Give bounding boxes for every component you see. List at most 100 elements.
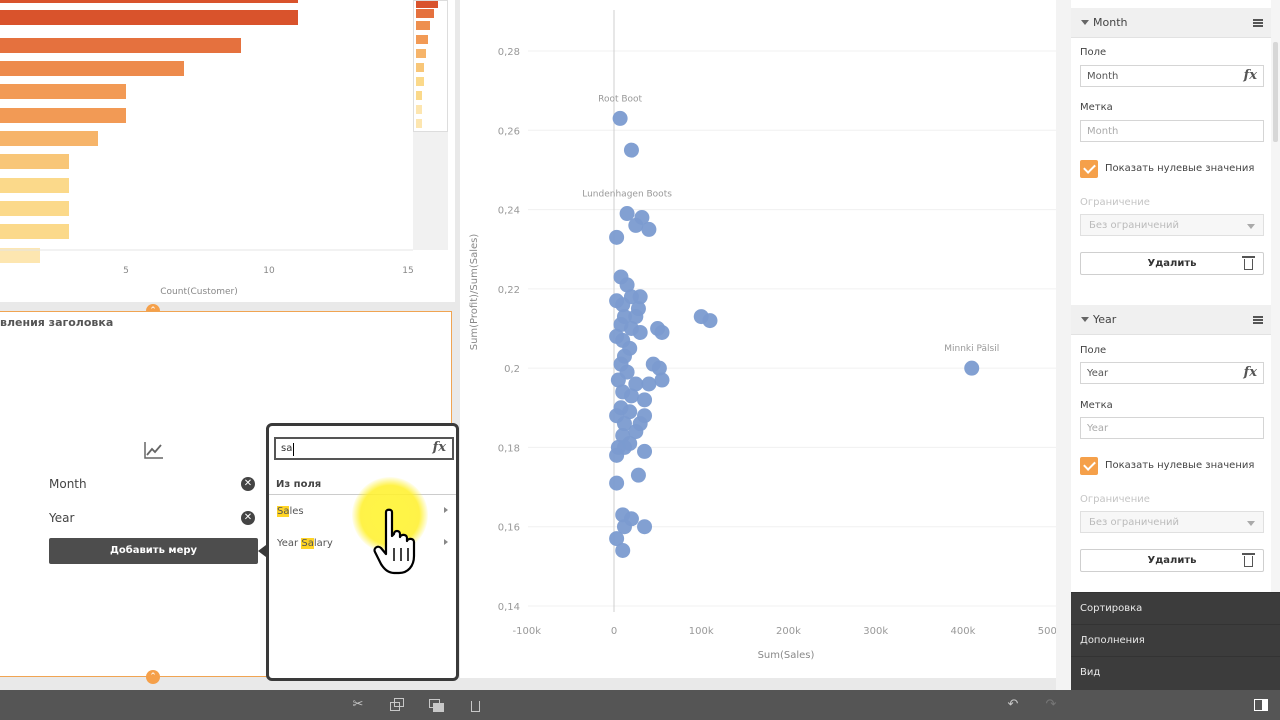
bar-8[interactable]: [0, 178, 69, 193]
hand-cursor-icon: [373, 508, 416, 575]
field-input-month[interactable]: Month fx: [1080, 65, 1264, 87]
limit-select[interactable]: Без ограничений: [1080, 214, 1264, 236]
delete-dimension-button[interactable]: Удалить: [1080, 549, 1264, 572]
mini-bar-3: [416, 35, 428, 44]
show-nulls-checkbox[interactable]: [1080, 457, 1098, 475]
scatter-point-5[interactable]: [641, 221, 657, 237]
bar-0[interactable]: [0, 0, 298, 3]
scatter-point-52[interactable]: [609, 475, 625, 491]
cut-icon[interactable]: ✂: [350, 697, 366, 713]
bar-3[interactable]: [0, 61, 184, 76]
bar-7[interactable]: [0, 154, 69, 169]
scatter-chart-panel[interactable]: 0,28 0,26 0,24 0,22 0,2 0,18 0,16 0,14 -100k 0 100…: [460, 0, 1063, 678]
scatter-point-51[interactable]: [630, 467, 646, 483]
expression-fx-icon[interactable]: fx: [433, 440, 446, 455]
point-annotation-0: Root Boot: [598, 94, 642, 104]
expression-fx-icon[interactable]: fx: [1244, 68, 1257, 83]
label-label: Метка: [1080, 102, 1113, 113]
submenu-arrow-icon: [444, 539, 448, 545]
chart-title-placeholder[interactable]: вления заголовка: [0, 316, 113, 329]
scatter-point-18[interactable]: [632, 324, 648, 340]
copy-icon[interactable]: [389, 697, 405, 713]
scatter-point-22[interactable]: [702, 313, 718, 329]
drag-menu-icon[interactable]: [1253, 316, 1263, 324]
limit-select[interactable]: Без ограничений: [1080, 511, 1264, 533]
delete-dimension-button[interactable]: Удалить: [1080, 252, 1264, 275]
expression-fx-icon[interactable]: fx: [1244, 365, 1257, 380]
show-nulls-checkbox[interactable]: [1080, 160, 1098, 178]
remove-year-icon[interactable]: ✕: [241, 511, 255, 525]
scatter-point-20[interactable]: [654, 324, 670, 340]
bar-chart: 5 10 15 Count(Customer): [0, 0, 414, 297]
scatter-point-55[interactable]: [637, 519, 653, 535]
drag-menu-icon[interactable]: [1253, 19, 1263, 27]
scatter-point-6[interactable]: [609, 229, 625, 245]
scatter-point-33[interactable]: [641, 376, 657, 392]
dimension-header-year[interactable]: Year: [1071, 305, 1271, 335]
bar-xlabel: Count(Customer): [160, 287, 237, 297]
properties-scrollbar[interactable]: [1271, 0, 1280, 595]
bar-chart-panel[interactable]: 5 10 15 Count(Customer): [0, 0, 455, 302]
scatter-point-4[interactable]: [628, 217, 644, 233]
scatter-point-58[interactable]: [615, 543, 631, 558]
dropdown-icon: [1247, 521, 1255, 526]
scatter-point-0[interactable]: [612, 110, 628, 126]
undo-icon[interactable]: ↶: [1005, 697, 1021, 713]
field-search-value[interactable]: sa: [281, 443, 292, 454]
popup-pointer: [258, 545, 266, 557]
section-appearance[interactable]: Вид: [1071, 656, 1280, 690]
dimension-title: Month: [1093, 16, 1128, 29]
bar-10[interactable]: [0, 224, 69, 239]
scatter-chart: 0,28 0,26 0,24 0,22 0,2 0,18 0,16 0,14 -100k 0 100…: [469, 10, 1063, 661]
x-tick-label: 200k: [776, 626, 801, 637]
field-search-input[interactable]: sa fx: [274, 437, 454, 460]
remove-month-icon[interactable]: ✕: [241, 477, 255, 491]
field-input-year[interactable]: Year fx: [1080, 362, 1264, 384]
toggle-panel-icon[interactable]: [1253, 697, 1269, 713]
scatter-point-50[interactable]: [637, 443, 653, 459]
label-input-year[interactable]: Year: [1080, 417, 1264, 439]
bar-4[interactable]: [0, 84, 126, 99]
y-tick-label: 0,2: [504, 364, 520, 375]
from-field-heading: Из поля: [276, 479, 322, 490]
add-measure-button[interactable]: Добавить меру: [49, 538, 258, 564]
bar-9[interactable]: [0, 201, 69, 216]
scatter-point-49[interactable]: [609, 447, 625, 463]
bar-2[interactable]: [0, 38, 241, 53]
section-sorting[interactable]: Сортировка: [1071, 592, 1280, 624]
limit-label: Ограничение: [1080, 197, 1150, 208]
scatter-point-37[interactable]: [637, 392, 653, 408]
y-tick-label: 0,26: [498, 126, 520, 137]
collapse-icon[interactable]: [1081, 20, 1089, 25]
show-nulls-label: Показать нулевые значения: [1105, 460, 1255, 471]
x-tick-label: 0: [611, 626, 617, 637]
mini-bars: [416, 0, 438, 128]
bar-6[interactable]: [0, 131, 98, 146]
dimension-header-month[interactable]: Month: [1071, 8, 1271, 38]
match-highlight: Sa: [277, 506, 290, 517]
section-addons[interactable]: Дополнения: [1071, 624, 1280, 656]
mini-chart-scrollbar[interactable]: [413, 0, 448, 250]
text-caret: [293, 443, 294, 456]
mini-bar-8: [416, 105, 422, 114]
scatter-point-34[interactable]: [654, 372, 670, 388]
dimension-title: Year: [1093, 313, 1117, 326]
label-input-month[interactable]: Month: [1080, 120, 1264, 142]
bar-5[interactable]: [0, 108, 126, 123]
bar-1[interactable]: [0, 10, 298, 25]
bar-tick-5: 5: [123, 266, 129, 276]
limit-label: Ограничение: [1080, 494, 1150, 505]
x-tick-label: 500k: [1038, 626, 1056, 637]
resize-handle-bottom[interactable]: ⌃: [146, 670, 160, 684]
mini-chart-navigator[interactable]: [413, 0, 448, 132]
redo-icon[interactable]: ↷: [1043, 697, 1059, 713]
mini-bar-4: [416, 49, 426, 58]
delete-icon[interactable]: [467, 697, 483, 713]
scatter-point-36[interactable]: [623, 388, 639, 404]
paste-icon[interactable]: [428, 697, 444, 713]
scrollbar-thumb[interactable]: [1273, 42, 1278, 142]
collapse-icon[interactable]: [1081, 317, 1089, 322]
scatter-point-59[interactable]: [964, 360, 980, 376]
y-tick-label: 0,24: [498, 206, 520, 217]
scatter-point-1[interactable]: [623, 142, 639, 158]
